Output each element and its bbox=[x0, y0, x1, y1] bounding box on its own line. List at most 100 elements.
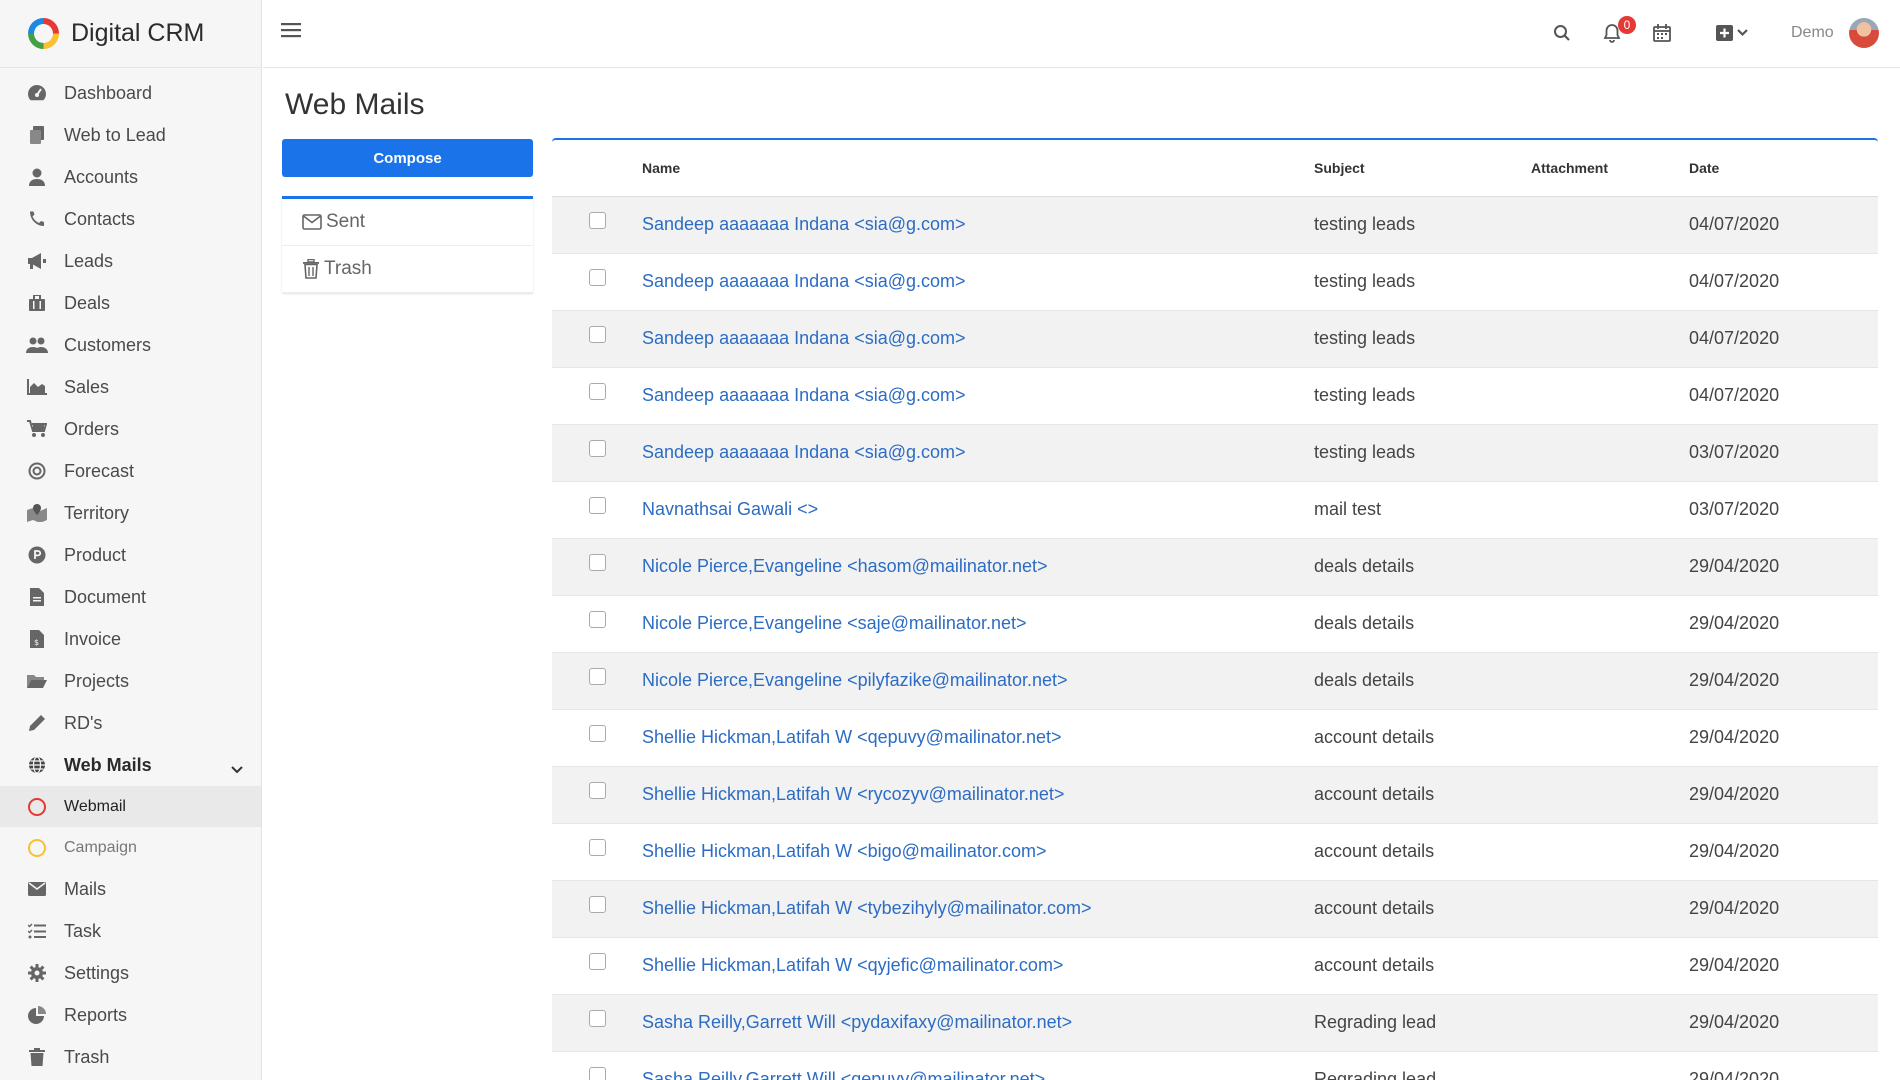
sidebar-item-webmail[interactable]: Webmail bbox=[0, 786, 261, 827]
folder-sent[interactable]: Sent bbox=[282, 199, 533, 246]
mail-name-link[interactable]: Sandeep aaaaaaa Indana <sia@g.com> bbox=[642, 328, 966, 348]
brand-name: Digital CRM bbox=[71, 19, 205, 47]
sidebar-item-settings[interactable]: Settings bbox=[0, 952, 261, 994]
folder-trash[interactable]: Trash bbox=[282, 246, 533, 293]
mail-name-link[interactable]: Sandeep aaaaaaa Indana <sia@g.com> bbox=[642, 442, 966, 462]
sidebar-item-contacts[interactable]: Contacts bbox=[0, 198, 261, 240]
mail-name-link[interactable]: Sasha Reilly,Garrett Will <pydaxifaxy@ma… bbox=[642, 1012, 1072, 1032]
row-checkbox[interactable] bbox=[588, 325, 606, 343]
table-row[interactable]: Sandeep aaaaaaa Indana <sia@g.com> testin… bbox=[552, 196, 1878, 254]
mail-subject-cell: testing leads bbox=[1314, 367, 1531, 425]
sidebar-item-orders[interactable]: Orders bbox=[0, 408, 261, 450]
table-row[interactable]: Shellie Hickman,Latifah W <tybezihyly@ma… bbox=[552, 880, 1878, 938]
mail-name-link[interactable]: Sasha Reilly,Garrett Will <qepuvy@mailin… bbox=[642, 1069, 1045, 1080]
row-checkbox[interactable] bbox=[588, 211, 606, 229]
avatar[interactable] bbox=[1849, 18, 1879, 48]
row-checkbox[interactable] bbox=[588, 268, 606, 286]
row-checkbox[interactable] bbox=[588, 781, 606, 799]
row-checkbox[interactable] bbox=[588, 895, 606, 913]
mail-name-link[interactable]: Shellie Hickman,Latifah W <bigo@mailinat… bbox=[642, 841, 1046, 861]
row-checkbox[interactable] bbox=[588, 667, 606, 685]
sidebar-item-campaign[interactable]: Campaign bbox=[0, 827, 261, 868]
hamburger-menu-icon[interactable] bbox=[281, 21, 303, 43]
sidebar-item-trash[interactable]: Trash bbox=[0, 1036, 261, 1078]
header-name[interactable]: Name bbox=[642, 140, 1314, 197]
row-checkbox[interactable] bbox=[588, 952, 606, 970]
chevron-down-icon[interactable] bbox=[231, 758, 243, 779]
sidebar-item-deals[interactable]: Deals bbox=[0, 282, 261, 324]
table-row[interactable]: Sasha Reilly,Garrett Will <pydaxifaxy@ma… bbox=[552, 994, 1878, 1052]
tasks-icon bbox=[26, 920, 48, 942]
row-checkbox[interactable] bbox=[588, 1066, 606, 1080]
table-row[interactable]: Sandeep aaaaaaa Indana <sia@g.com> testin… bbox=[552, 424, 1878, 482]
add-menu-icon[interactable] bbox=[1714, 20, 1754, 46]
mail-subject-cell: account details bbox=[1314, 937, 1531, 995]
sidebar-item-sales[interactable]: Sales bbox=[0, 366, 261, 408]
mail-name-link[interactable]: Nicole Pierce,Evangeline <hasom@mailinat… bbox=[642, 556, 1048, 576]
mail-name-link[interactable]: Navnathsai Gawali <> bbox=[642, 499, 818, 519]
sidebar-item-reports[interactable]: Reports bbox=[0, 994, 261, 1036]
mail-name-link[interactable]: Shellie Hickman,Latifah W <tybezihyly@ma… bbox=[642, 898, 1091, 918]
table-row[interactable]: Shellie Hickman,Latifah W <qyjefic@maili… bbox=[552, 937, 1878, 995]
row-select-cell bbox=[552, 367, 642, 425]
brand[interactable]: Digital CRM bbox=[0, 0, 261, 68]
table-row[interactable]: Shellie Hickman,Latifah W <rycozyv@maili… bbox=[552, 766, 1878, 824]
table-row[interactable]: Shellie Hickman,Latifah W <qepuvy@mailin… bbox=[552, 709, 1878, 767]
table-row[interactable]: Sandeep aaaaaaa Indana <sia@g.com> testin… bbox=[552, 367, 1878, 425]
sidebar-item-label: Product bbox=[64, 544, 127, 565]
header-date[interactable]: Date bbox=[1689, 140, 1878, 197]
table-row[interactable]: Nicole Pierce,Evangeline <hasom@mailinat… bbox=[552, 538, 1878, 596]
mail-date-cell: 29/04/2020 bbox=[1689, 994, 1878, 1052]
invoice-icon: $ bbox=[26, 628, 48, 650]
row-checkbox[interactable] bbox=[588, 610, 606, 628]
search-icon[interactable] bbox=[1550, 20, 1574, 46]
mail-name-link[interactable]: Nicole Pierce,Evangeline <pilyfazike@mai… bbox=[642, 670, 1068, 690]
sidebar-item-leads[interactable]: Leads bbox=[0, 240, 261, 282]
sidebar-item-web-mails[interactable]: Web Mails bbox=[0, 744, 261, 786]
sidebar-item-label: Accounts bbox=[64, 166, 139, 187]
row-checkbox[interactable] bbox=[588, 1009, 606, 1027]
mail-name-link[interactable]: Sandeep aaaaaaa Indana <sia@g.com> bbox=[642, 214, 966, 234]
sidebar-item-invoice[interactable]: $ Invoice bbox=[0, 618, 261, 660]
table-row[interactable]: Nicole Pierce,Evangeline <pilyfazike@mai… bbox=[552, 652, 1878, 710]
table-row[interactable]: Sandeep aaaaaaa Indana <sia@g.com> testin… bbox=[552, 310, 1878, 368]
table-row[interactable]: Nicole Pierce,Evangeline <saje@mailinato… bbox=[552, 595, 1878, 653]
table-row[interactable]: Sandeep aaaaaaa Indana <sia@g.com> testin… bbox=[552, 253, 1878, 311]
sidebar-item-document[interactable]: Document bbox=[0, 576, 261, 618]
sidebar-item-product[interactable]: Product bbox=[0, 534, 261, 576]
sidebar-item-task[interactable]: Task bbox=[0, 910, 261, 952]
row-checkbox[interactable] bbox=[588, 553, 606, 571]
notification-bell-icon[interactable]: 0 bbox=[1600, 16, 1636, 46]
sidebar-item-mails[interactable]: Mails bbox=[0, 868, 261, 910]
sidebar-item-projects[interactable]: Projects bbox=[0, 660, 261, 702]
sidebar-item-web-to-lead[interactable]: Web to Lead bbox=[0, 114, 261, 156]
user-name[interactable]: Demo bbox=[1791, 24, 1834, 42]
row-checkbox[interactable] bbox=[588, 838, 606, 856]
row-checkbox[interactable] bbox=[588, 724, 606, 742]
table-row[interactable]: Sasha Reilly,Garrett Will <qepuvy@mailin… bbox=[552, 1051, 1878, 1080]
sidebar-item-dashboard[interactable]: Dashboard bbox=[0, 72, 261, 114]
sidebar-item-territory[interactable]: Territory bbox=[0, 492, 261, 534]
sidebar-item-customers[interactable]: Customers bbox=[0, 324, 261, 366]
compose-button[interactable]: Compose bbox=[282, 139, 533, 177]
table-row[interactable]: Shellie Hickman,Latifah W <bigo@mailinat… bbox=[552, 823, 1878, 881]
mail-name-link[interactable]: Shellie Hickman,Latifah W <qepuvy@mailin… bbox=[642, 727, 1061, 747]
sidebar-item-label: Webmail bbox=[64, 797, 126, 815]
mail-name-link[interactable]: Shellie Hickman,Latifah W <rycozyv@maili… bbox=[642, 784, 1064, 804]
mail-name-link[interactable]: Sandeep aaaaaaa Indana <sia@g.com> bbox=[642, 271, 966, 291]
sidebar-item-label: RD's bbox=[64, 712, 103, 733]
mail-name-link[interactable]: Shellie Hickman,Latifah W <qyjefic@maili… bbox=[642, 955, 1063, 975]
header-attachment[interactable]: Attachment bbox=[1531, 140, 1689, 197]
table-row[interactable]: Navnathsai Gawali <> mail test 03/07/2020 bbox=[552, 481, 1878, 539]
mail-name-link[interactable]: Sandeep aaaaaaa Indana <sia@g.com> bbox=[642, 385, 966, 405]
sidebar: Digital CRM Dashboard Web to Lead Accoun… bbox=[0, 0, 262, 1080]
sidebar-item-rds[interactable]: RD's bbox=[0, 702, 261, 744]
row-checkbox[interactable] bbox=[588, 382, 606, 400]
mail-name-link[interactable]: Nicole Pierce,Evangeline <saje@mailinato… bbox=[642, 613, 1027, 633]
sidebar-item-accounts[interactable]: Accounts bbox=[0, 156, 261, 198]
sidebar-item-forecast[interactable]: Forecast bbox=[0, 450, 261, 492]
header-subject[interactable]: Subject bbox=[1314, 140, 1531, 197]
calendar-icon[interactable] bbox=[1650, 20, 1674, 46]
row-checkbox[interactable] bbox=[588, 439, 606, 457]
row-checkbox[interactable] bbox=[588, 496, 606, 514]
